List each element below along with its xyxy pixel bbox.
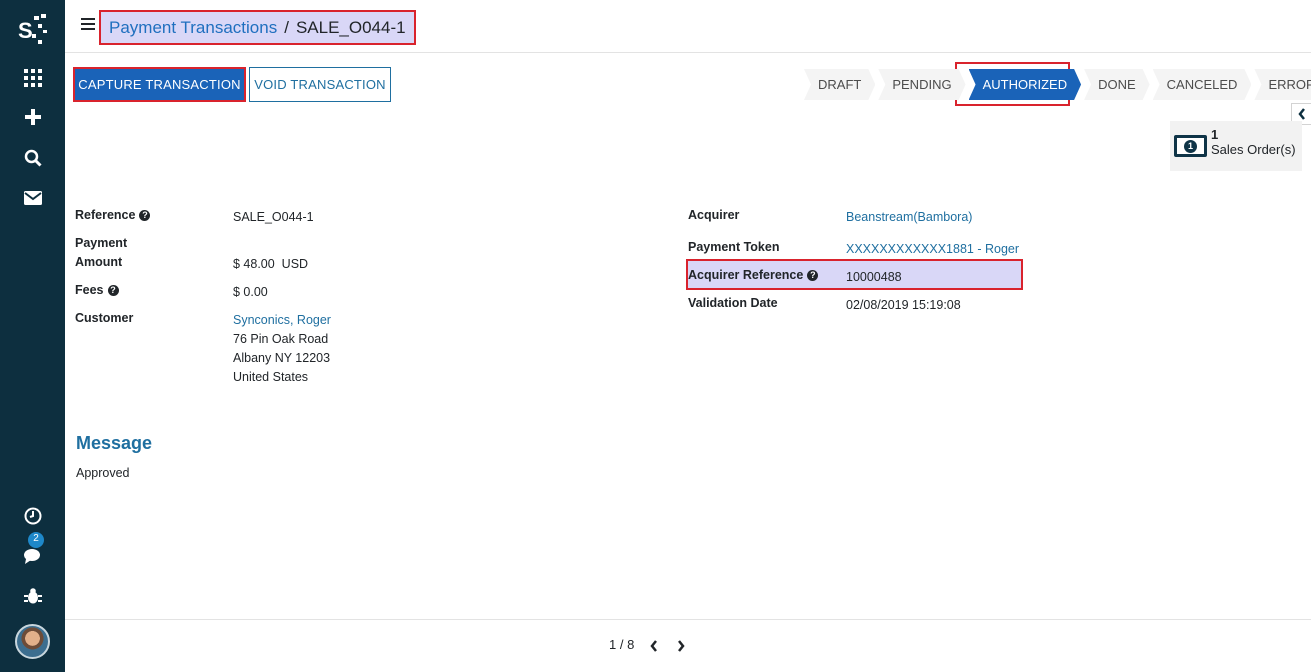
payment-token-link[interactable]: XXXXXXXXXXXX1881 - Roger [846, 242, 1019, 256]
fees-label: Fees? [75, 283, 119, 297]
void-transaction-button[interactable]: VOID TRANSACTION [249, 67, 391, 102]
logo-icon[interactable]: S [0, 8, 65, 52]
money-icon: 1 [1174, 135, 1207, 157]
breadcrumb-separator: / [284, 17, 289, 37]
payment-token-label: Payment Token [688, 240, 780, 254]
sales-orders-smart-button[interactable]: 1 1 Sales Order(s) [1170, 121, 1302, 171]
sales-order-label: Sales Order(s) [1211, 142, 1296, 157]
breadcrumb-parent-link[interactable]: Payment Transactions [109, 18, 277, 38]
acquirer-label: Acquirer [688, 208, 740, 222]
app-sidebar: S 2 [0, 0, 65, 672]
user-avatar[interactable] [15, 624, 50, 659]
acquirer-reference-value: 10000488 [846, 270, 902, 284]
help-icon[interactable]: ? [107, 285, 119, 296]
message-title: Message [76, 433, 153, 453]
reference-label: Reference? [75, 208, 151, 222]
customer-label: Customer [75, 311, 134, 325]
stage-authorized[interactable]: AUTHORIZED [969, 69, 1082, 100]
stage-pending[interactable]: PENDING [878, 69, 965, 100]
validation-date-value: 02/08/2019 15:19:08 [846, 298, 961, 312]
validation-date-label: Validation Date [688, 296, 778, 310]
chat-badge: 2 [28, 532, 44, 548]
stage-draft[interactable]: DRAFT [804, 69, 875, 100]
help-icon[interactable]: ? [139, 210, 151, 221]
help-icon[interactable]: ? [807, 270, 819, 281]
customer-country: United States [233, 370, 309, 384]
capture-transaction-button[interactable]: CAPTURE TRANSACTION [73, 67, 246, 102]
search-icon[interactable] [0, 140, 65, 176]
customer-link[interactable]: Synconics, Roger [233, 313, 331, 327]
plus-icon[interactable] [0, 99, 65, 135]
smart-button-text: 1 Sales Order(s) [1211, 127, 1296, 157]
breadcrumb-current: SALE_O044-1 [295, 17, 406, 37]
clock-icon[interactable] [0, 498, 65, 534]
svg-text:S: S [18, 18, 33, 43]
stage-done[interactable]: DONE [1084, 69, 1150, 100]
menu-icon[interactable] [81, 18, 95, 32]
apps-icon[interactable] [0, 60, 65, 96]
chat-icon[interactable]: 2 [0, 532, 65, 574]
message-text: Approved [76, 466, 130, 480]
status-bar: DRAFT PENDING AUTHORIZED DONE CANCELED E… [804, 69, 1311, 100]
top-bar: Payment Transactions / SALE_O044-1 [65, 0, 1311, 53]
fees-value: $ 0.00 [233, 285, 268, 299]
mail-icon[interactable] [0, 180, 65, 216]
stage-error[interactable]: ERROR [1254, 69, 1311, 100]
stage-canceled[interactable]: CANCELED [1153, 69, 1252, 100]
breadcrumb: Payment Transactions / SALE_O044-1 [99, 10, 416, 45]
payment-amount-label-line1: Payment [75, 236, 128, 250]
currency: USD [281, 257, 309, 271]
reference-value: SALE_O044-1 [233, 210, 314, 224]
pager-value[interactable]: 1 / 8 [609, 637, 634, 652]
acquirer-reference-label: Acquirer Reference? [688, 268, 819, 282]
pager-next-icon[interactable] [673, 638, 689, 654]
payment-amount-label-line2: Amount [75, 255, 123, 269]
customer-city: Albany NY 12203 [233, 351, 331, 365]
sales-order-count: 1 [1211, 127, 1219, 142]
customer-street: 76 Pin Oak Road [233, 332, 329, 346]
pager-previous-icon[interactable] [646, 638, 662, 654]
payment-amount-value: $ 48.00 USD [233, 257, 309, 271]
acquirer-link[interactable]: Beanstream(Bambora) [846, 210, 972, 224]
bug-icon[interactable] [0, 578, 65, 614]
